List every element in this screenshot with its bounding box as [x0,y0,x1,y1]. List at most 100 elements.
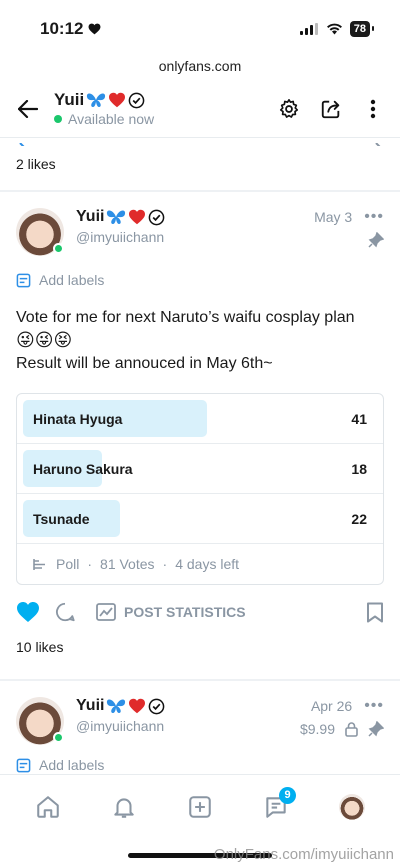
heart-icon [89,23,101,35]
share-button[interactable] [318,96,344,122]
butterfly-icon [107,699,126,713]
post-statistics-button[interactable]: POST STATISTICS [96,603,246,621]
clock: 10:12 [40,19,101,39]
profile-header: Yuii Available now [0,80,400,138]
poll-option-label: Hinata Hyuga [33,410,123,427]
status-indicators: 78 [299,21,375,37]
tab-profile[interactable] [332,787,372,827]
author-handle: @imyuiichann [76,229,165,245]
messages-badge: 9 [279,786,296,804]
post-price: $9.99 [299,721,335,737]
author-name: Yuii [76,697,105,714]
avatar[interactable] [16,208,64,256]
post-meta: May 3 ••• [314,208,384,256]
comment-icon[interactable] [54,601,76,623]
author-name: Yuii [76,208,105,225]
post-date: Apr 26 [310,698,353,714]
header-status: Available now [54,111,276,127]
tab-messages[interactable]: 9 [256,786,296,827]
back-arrow-icon [18,99,38,118]
verified-badge-icon [128,92,145,108]
separator-dot: · [162,556,168,572]
butterfly-icon [107,210,126,224]
pin-icon[interactable] [368,721,384,737]
red-heart-icon [129,209,146,225]
tab-new-post[interactable] [180,787,220,827]
tab-home[interactable] [28,787,68,827]
poll-option-count: 22 [351,510,367,527]
header-status-text: Available now [68,111,155,127]
poll-option-count: 18 [351,460,367,477]
bell-icon [114,797,134,818]
poll-option[interactable]: Haruno Sakura 18 [17,444,383,494]
author-name-row: Yuii [76,697,300,715]
post-actions: POST STATISTICS [16,601,384,623]
chart-icon [96,603,116,621]
pin-icon[interactable] [368,232,384,248]
poll-icon [33,558,45,570]
clock-time: 10:12 [40,19,84,38]
poll-time-left: 4 days left [175,556,240,572]
add-labels-button[interactable]: Add labels [16,272,384,288]
poll-footer: Poll · 81 Votes · 4 days left [17,544,383,584]
butterfly-icon [87,93,106,107]
avatar[interactable] [16,697,64,745]
battery-indicator: 78 [349,21,375,37]
online-dot [54,115,62,123]
online-dot [53,243,64,254]
signal-icon [299,23,318,35]
wifi-icon [326,23,342,35]
settings-button[interactable] [276,96,302,122]
separator-dot: · [87,556,93,572]
add-labels-text: Add labels [39,272,105,288]
author-name-row: Yuii [76,208,314,226]
post-meta: Apr 26 ••• $9.99 [300,697,384,745]
bottom-tab-bar: 9 [0,774,400,838]
poll-option[interactable]: Tsunade 22 [17,494,383,544]
label-icon [16,273,31,287]
post-author[interactable]: Yuii @imyuiichann [76,697,300,745]
red-heart-icon [129,698,146,714]
add-labels-button[interactable]: Add labels [16,757,384,773]
url-bar[interactable]: onlyfans.com [0,58,400,80]
poll-option[interactable]: Hinata Hyuga 41 [17,394,383,444]
header-actions [276,96,386,122]
plus-square-icon [189,795,211,818]
post-date-row: May 3 ••• [314,208,384,226]
price-row: $9.99 [300,721,384,737]
poll-option-label: Tsunade [33,510,90,527]
pin-row [368,232,384,248]
post-author[interactable]: Yuii @imyuiichann [76,208,314,256]
previous-post-actions-clipped [0,138,400,146]
post-header: Yuii @imyuiichann Apr 26 ••• $9.99 [16,697,384,745]
gear-icon [279,98,299,118]
header-name: Yuii [54,90,85,109]
poll: Hinata Hyuga 41 Haruno Sakura 18 Tsunade… [16,393,384,585]
label-icon [16,758,31,772]
post-statistics-label: POST STATISTICS [124,604,246,620]
poll-votes: 81 Votes [100,556,155,572]
post-menu-button[interactable]: ••• [364,208,384,226]
online-dot [53,732,64,743]
bookmark-icon[interactable] [366,602,384,623]
post-text-line-1: Vote for me for next Naruto’s waifu cosp… [16,309,355,326]
poll-option-count: 41 [351,410,367,427]
add-labels-text: Add labels [39,757,105,773]
profile-avatar [339,793,365,820]
poll-option-label: Haruno Sakura [33,460,133,477]
more-options-button[interactable] [360,96,386,122]
post-text-line-2: Result will be annouced in May 6th~ [16,355,273,372]
previous-post-likes: 2 likes [16,156,56,172]
back-button[interactable] [14,95,42,123]
post-header: Yuii @imyuiichann May 3 ••• [16,208,384,256]
tab-notifications[interactable] [104,787,144,827]
lock-icon [345,721,358,737]
post-menu-button[interactable]: ••• [364,697,384,715]
post-date: May 3 [314,209,353,225]
like-heart-icon[interactable] [16,601,40,623]
vertical-dots-icon [370,99,376,118]
post-text: Vote for me for next Naruto’s waifu cosp… [16,306,384,375]
verified-badge-icon [149,209,165,225]
watermark: OnlyFans.com/imyuiichann [213,846,394,863]
header-profile-info[interactable]: Yuii Available now [54,90,276,127]
